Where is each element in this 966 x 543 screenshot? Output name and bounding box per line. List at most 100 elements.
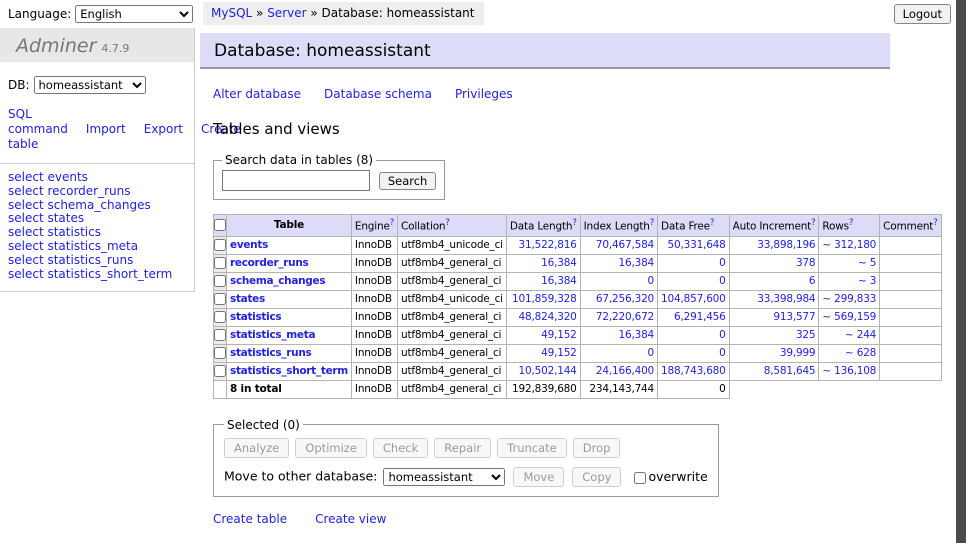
create-link[interactable]: Create view (315, 512, 386, 526)
cell-auto_increment[interactable]: 39,999 (729, 344, 819, 362)
sidebar-select-link[interactable]: select statistics (8, 226, 194, 240)
cell-auto_increment[interactable]: 378 (729, 254, 819, 272)
cell-data_length[interactable]: 10,502,144 (506, 362, 580, 380)
table-name-link[interactable]: statistics_meta (230, 329, 315, 341)
table-name-link[interactable]: statistics (230, 311, 281, 323)
move-database-select[interactable]: homeassistant (383, 468, 505, 486)
cell-data_free[interactable]: 0 (658, 326, 730, 344)
cell-index_length[interactable]: 67,256,320 (580, 290, 657, 308)
cell-index_length[interactable]: 0 (580, 344, 657, 362)
selected-action-button[interactable]: Drop (573, 438, 621, 458)
row-checkbox[interactable] (214, 239, 226, 251)
sidebar-select-link[interactable]: select schema_changes (8, 199, 194, 213)
column-help-link[interactable]: ? (849, 218, 853, 228)
database-action-link[interactable]: Privileges (455, 87, 513, 101)
table-name-link[interactable]: events (230, 239, 268, 251)
cell-comment (880, 326, 941, 344)
cell-auto_increment[interactable]: 33,898,196 (729, 236, 819, 254)
cell-rows[interactable]: ~ 628 (819, 344, 880, 362)
page-scrollbar[interactable] (956, 0, 966, 543)
cell-data_length[interactable]: 48,824,320 (506, 308, 580, 326)
cell-auto_increment[interactable]: 325 (729, 326, 819, 344)
cell-data_free[interactable]: 104,857,600 (658, 290, 730, 308)
sidebar-select-link[interactable]: select statistics_short_term (8, 268, 194, 282)
db-select[interactable]: homeassistant (34, 76, 146, 94)
selected-action-button[interactable]: Optimize (295, 438, 367, 458)
sidebar-select-link[interactable]: select statistics_meta (8, 240, 194, 254)
column-help-link[interactable]: ? (572, 218, 576, 228)
cell-rows[interactable]: ~ 299,833 (819, 290, 880, 308)
cell-data_length[interactable]: 31,522,816 (506, 236, 580, 254)
table-name-link[interactable]: statistics_short_term (230, 365, 348, 377)
cell-index_length[interactable]: 70,467,584 (580, 236, 657, 254)
column-help-link[interactable]: ? (811, 218, 815, 228)
sidebar-select-link[interactable]: select events (8, 171, 194, 185)
sidebar-action-link[interactable]: SQL command (8, 107, 68, 136)
sidebar-select-link[interactable]: select states (8, 212, 194, 226)
cell-data_length[interactable]: 49,152 (506, 344, 580, 362)
selected-action-button[interactable]: Check (373, 438, 428, 458)
cell-data_free[interactable]: 188,743,680 (658, 362, 730, 380)
cell-data_free[interactable]: 0 (658, 254, 730, 272)
selected-action-button[interactable]: Repair (434, 438, 491, 458)
cell-data_length[interactable]: 16,384 (506, 254, 580, 272)
cell-index_length[interactable]: 0 (580, 272, 657, 290)
column-help-link[interactable]: ? (445, 218, 449, 228)
logout-button[interactable]: Logout (894, 4, 951, 24)
sidebar-action-link[interactable]: Import (86, 122, 126, 136)
cell-data_length[interactable]: 16,384 (506, 272, 580, 290)
row-checkbox[interactable] (214, 347, 226, 359)
column-help-link[interactable]: ? (933, 218, 937, 228)
select-all-checkbox[interactable] (214, 219, 226, 231)
cell-rows[interactable]: ~ 244 (819, 326, 880, 344)
cell-data_length[interactable]: 49,152 (506, 326, 580, 344)
cell-rows[interactable]: ~ 569,159 (819, 308, 880, 326)
sidebar-action-link[interactable]: Export (144, 122, 183, 136)
selected-action-button[interactable]: Analyze (224, 438, 289, 458)
cell-data_length[interactable]: 101,859,328 (506, 290, 580, 308)
cell-rows[interactable]: ~ 136,108 (819, 362, 880, 380)
table-name-link[interactable]: states (230, 293, 265, 305)
cell-data_free[interactable]: 0 (658, 272, 730, 290)
selected-action-button[interactable]: Truncate (497, 438, 567, 458)
cell-data_free[interactable]: 0 (658, 344, 730, 362)
create-link[interactable]: Create table (213, 512, 287, 526)
breadcrumb-link[interactable]: Server (267, 6, 306, 20)
breadcrumb-link[interactable]: MySQL (211, 6, 252, 20)
table-name-link[interactable]: recorder_runs (230, 257, 308, 269)
table-name-link[interactable]: statistics_runs (230, 347, 311, 359)
column-help-link[interactable]: ? (710, 218, 714, 228)
sidebar-select-link[interactable]: select recorder_runs (8, 185, 194, 199)
cell-data_free[interactable]: 50,331,648 (658, 236, 730, 254)
cell-index_length[interactable]: 16,384 (580, 326, 657, 344)
cell-auto_increment[interactable]: 913,577 (729, 308, 819, 326)
row-checkbox[interactable] (214, 365, 226, 377)
cell-index_length[interactable]: 72,220,672 (580, 308, 657, 326)
sidebar-select-link[interactable]: select statistics_runs (8, 254, 194, 268)
row-checkbox[interactable] (214, 257, 226, 269)
cell-index_length[interactable]: 24,166,400 (580, 362, 657, 380)
cell-index_length[interactable]: 16,384 (580, 254, 657, 272)
cell-auto_increment[interactable]: 6 (729, 272, 819, 290)
move-button[interactable]: Move (513, 467, 564, 487)
database-action-link[interactable]: Alter database (213, 87, 301, 101)
cell-data_free[interactable]: 6,291,456 (658, 308, 730, 326)
cell-rows[interactable]: ~ 5 (819, 254, 880, 272)
database-action-link[interactable]: Database schema (324, 87, 432, 101)
row-checkbox[interactable] (214, 329, 226, 341)
row-checkbox[interactable] (214, 311, 226, 323)
row-checkbox[interactable] (214, 275, 226, 287)
column-help-link[interactable]: ? (650, 218, 654, 228)
cell-auto_increment[interactable]: 8,581,645 (729, 362, 819, 380)
cell-rows[interactable]: ~ 3 (819, 272, 880, 290)
row-checkbox[interactable] (214, 293, 226, 305)
cell-rows[interactable]: ~ 312,180 (819, 236, 880, 254)
overwrite-checkbox[interactable] (634, 472, 646, 484)
search-input[interactable] (222, 170, 370, 191)
cell-auto_increment[interactable]: 33,398,984 (729, 290, 819, 308)
column-help-link[interactable]: ? (390, 218, 394, 228)
table-name-link[interactable]: schema_changes (230, 275, 325, 287)
copy-button[interactable]: Copy (572, 467, 621, 487)
language-select[interactable]: English (75, 5, 193, 23)
search-button[interactable]: Search (379, 172, 437, 190)
